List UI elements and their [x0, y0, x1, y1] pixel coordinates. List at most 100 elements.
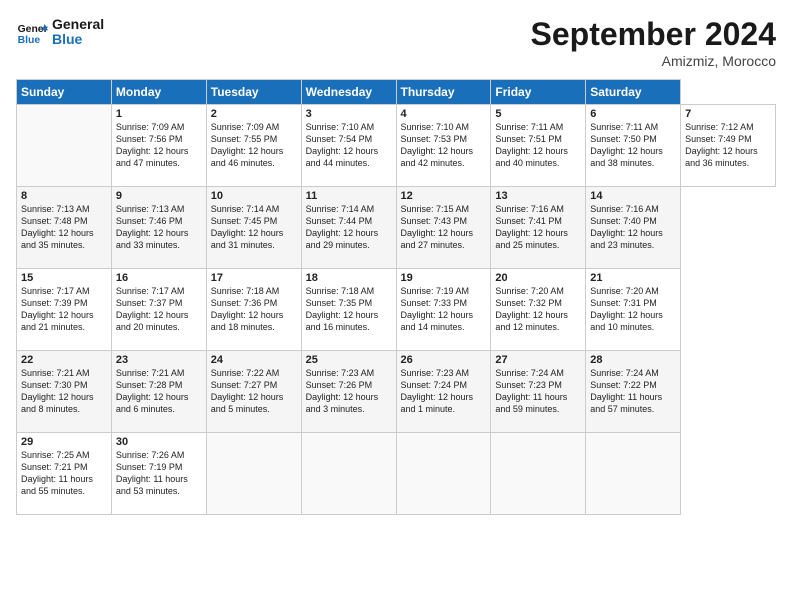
- header-row: SundayMondayTuesdayWednesdayThursdayFrid…: [17, 80, 776, 105]
- calendar-cell: [396, 433, 491, 515]
- calendar-page: General Blue General Blue September 2024…: [0, 0, 792, 612]
- day-number: 5: [495, 108, 581, 120]
- page-header: General Blue General Blue September 2024…: [16, 16, 776, 69]
- calendar-cell: 27Sunrise: 7:24 AMSunset: 7:23 PMDayligh…: [491, 351, 586, 433]
- day-header-sunday: Sunday: [17, 80, 112, 105]
- calendar-cell: 2Sunrise: 7:09 AMSunset: 7:55 PMDaylight…: [206, 105, 301, 187]
- cell-info: Sunrise: 7:25 AMSunset: 7:21 PMDaylight:…: [21, 449, 107, 498]
- calendar-cell: 3Sunrise: 7:10 AMSunset: 7:54 PMDaylight…: [301, 105, 396, 187]
- cell-info: Sunrise: 7:16 AMSunset: 7:41 PMDaylight:…: [495, 203, 581, 252]
- cell-info: Sunrise: 7:19 AMSunset: 7:33 PMDaylight:…: [401, 285, 487, 334]
- cell-info: Sunrise: 7:24 AMSunset: 7:22 PMDaylight:…: [590, 367, 676, 416]
- cell-info: Sunrise: 7:23 AMSunset: 7:24 PMDaylight:…: [401, 367, 487, 416]
- cell-info: Sunrise: 7:21 AMSunset: 7:30 PMDaylight:…: [21, 367, 107, 416]
- calendar-cell: 20Sunrise: 7:20 AMSunset: 7:32 PMDayligh…: [491, 269, 586, 351]
- cell-info: Sunrise: 7:11 AMSunset: 7:51 PMDaylight:…: [495, 121, 581, 170]
- cell-info: Sunrise: 7:14 AMSunset: 7:44 PMDaylight:…: [306, 203, 392, 252]
- calendar-cell: 15Sunrise: 7:17 AMSunset: 7:39 PMDayligh…: [17, 269, 112, 351]
- calendar-cell: [206, 433, 301, 515]
- cell-info: Sunrise: 7:13 AMSunset: 7:46 PMDaylight:…: [116, 203, 202, 252]
- cell-info: Sunrise: 7:18 AMSunset: 7:36 PMDaylight:…: [211, 285, 297, 334]
- logo-blue-text: Blue: [52, 32, 104, 47]
- day-number: 17: [211, 272, 297, 284]
- day-number: 27: [495, 354, 581, 366]
- day-number: 25: [306, 354, 392, 366]
- calendar-body: 1Sunrise: 7:09 AMSunset: 7:56 PMDaylight…: [17, 105, 776, 515]
- day-number: 7: [685, 108, 771, 120]
- cell-info: Sunrise: 7:24 AMSunset: 7:23 PMDaylight:…: [495, 367, 581, 416]
- calendar-cell: 18Sunrise: 7:18 AMSunset: 7:35 PMDayligh…: [301, 269, 396, 351]
- cell-info: Sunrise: 7:16 AMSunset: 7:40 PMDaylight:…: [590, 203, 676, 252]
- day-header-friday: Friday: [491, 80, 586, 105]
- day-number: 12: [401, 190, 487, 202]
- day-header-saturday: Saturday: [586, 80, 681, 105]
- cell-info: Sunrise: 7:23 AMSunset: 7:26 PMDaylight:…: [306, 367, 392, 416]
- cell-info: Sunrise: 7:26 AMSunset: 7:19 PMDaylight:…: [116, 449, 202, 498]
- cell-info: Sunrise: 7:18 AMSunset: 7:35 PMDaylight:…: [306, 285, 392, 334]
- calendar-cell: 7Sunrise: 7:12 AMSunset: 7:49 PMDaylight…: [681, 105, 776, 187]
- calendar-cell: [17, 105, 112, 187]
- day-number: 15: [21, 272, 107, 284]
- day-number: 24: [211, 354, 297, 366]
- day-number: 3: [306, 108, 392, 120]
- calendar-cell: 5Sunrise: 7:11 AMSunset: 7:51 PMDaylight…: [491, 105, 586, 187]
- cell-info: Sunrise: 7:21 AMSunset: 7:28 PMDaylight:…: [116, 367, 202, 416]
- day-number: 9: [116, 190, 202, 202]
- calendar-cell: 26Sunrise: 7:23 AMSunset: 7:24 PMDayligh…: [396, 351, 491, 433]
- calendar-cell: 29Sunrise: 7:25 AMSunset: 7:21 PMDayligh…: [17, 433, 112, 515]
- calendar-header: SundayMondayTuesdayWednesdayThursdayFrid…: [17, 80, 776, 105]
- calendar-cell: 17Sunrise: 7:18 AMSunset: 7:36 PMDayligh…: [206, 269, 301, 351]
- day-number: 21: [590, 272, 676, 284]
- cell-info: Sunrise: 7:13 AMSunset: 7:48 PMDaylight:…: [21, 203, 107, 252]
- calendar-cell: 19Sunrise: 7:19 AMSunset: 7:33 PMDayligh…: [396, 269, 491, 351]
- day-number: 23: [116, 354, 202, 366]
- calendar-cell: 10Sunrise: 7:14 AMSunset: 7:45 PMDayligh…: [206, 187, 301, 269]
- calendar-cell: 1Sunrise: 7:09 AMSunset: 7:56 PMDaylight…: [111, 105, 206, 187]
- calendar-cell: [491, 433, 586, 515]
- title-block: September 2024 Amizmiz, Morocco: [531, 16, 776, 69]
- calendar-cell: 14Sunrise: 7:16 AMSunset: 7:40 PMDayligh…: [586, 187, 681, 269]
- calendar-cell: 22Sunrise: 7:21 AMSunset: 7:30 PMDayligh…: [17, 351, 112, 433]
- svg-text:Blue: Blue: [18, 35, 41, 46]
- calendar-table: SundayMondayTuesdayWednesdayThursdayFrid…: [16, 79, 776, 515]
- cell-info: Sunrise: 7:20 AMSunset: 7:32 PMDaylight:…: [495, 285, 581, 334]
- calendar-cell: 9Sunrise: 7:13 AMSunset: 7:46 PMDaylight…: [111, 187, 206, 269]
- day-number: 4: [401, 108, 487, 120]
- calendar-cell: 25Sunrise: 7:23 AMSunset: 7:26 PMDayligh…: [301, 351, 396, 433]
- week-row-1: 1Sunrise: 7:09 AMSunset: 7:56 PMDaylight…: [17, 105, 776, 187]
- logo: General Blue General Blue: [16, 16, 104, 48]
- day-number: 1: [116, 108, 202, 120]
- logo-general-text: General: [52, 17, 104, 32]
- day-header-tuesday: Tuesday: [206, 80, 301, 105]
- day-number: 11: [306, 190, 392, 202]
- calendar-cell: 30Sunrise: 7:26 AMSunset: 7:19 PMDayligh…: [111, 433, 206, 515]
- day-header-wednesday: Wednesday: [301, 80, 396, 105]
- week-row-2: 8Sunrise: 7:13 AMSunset: 7:48 PMDaylight…: [17, 187, 776, 269]
- cell-info: Sunrise: 7:09 AMSunset: 7:55 PMDaylight:…: [211, 121, 297, 170]
- week-row-3: 15Sunrise: 7:17 AMSunset: 7:39 PMDayligh…: [17, 269, 776, 351]
- day-number: 20: [495, 272, 581, 284]
- cell-info: Sunrise: 7:10 AMSunset: 7:53 PMDaylight:…: [401, 121, 487, 170]
- cell-info: Sunrise: 7:10 AMSunset: 7:54 PMDaylight:…: [306, 121, 392, 170]
- day-number: 19: [401, 272, 487, 284]
- day-number: 6: [590, 108, 676, 120]
- calendar-cell: 23Sunrise: 7:21 AMSunset: 7:28 PMDayligh…: [111, 351, 206, 433]
- day-number: 26: [401, 354, 487, 366]
- cell-info: Sunrise: 7:22 AMSunset: 7:27 PMDaylight:…: [211, 367, 297, 416]
- day-number: 14: [590, 190, 676, 202]
- calendar-cell: 24Sunrise: 7:22 AMSunset: 7:27 PMDayligh…: [206, 351, 301, 433]
- calendar-cell: 11Sunrise: 7:14 AMSunset: 7:44 PMDayligh…: [301, 187, 396, 269]
- day-number: 18: [306, 272, 392, 284]
- day-number: 28: [590, 354, 676, 366]
- cell-info: Sunrise: 7:17 AMSunset: 7:39 PMDaylight:…: [21, 285, 107, 334]
- cell-info: Sunrise: 7:14 AMSunset: 7:45 PMDaylight:…: [211, 203, 297, 252]
- cell-info: Sunrise: 7:11 AMSunset: 7:50 PMDaylight:…: [590, 121, 676, 170]
- week-row-5: 29Sunrise: 7:25 AMSunset: 7:21 PMDayligh…: [17, 433, 776, 515]
- day-number: 29: [21, 436, 107, 448]
- day-header-thursday: Thursday: [396, 80, 491, 105]
- cell-info: Sunrise: 7:09 AMSunset: 7:56 PMDaylight:…: [116, 121, 202, 170]
- location-text: Amizmiz, Morocco: [531, 53, 776, 69]
- day-number: 2: [211, 108, 297, 120]
- month-title: September 2024: [531, 16, 776, 53]
- day-number: 22: [21, 354, 107, 366]
